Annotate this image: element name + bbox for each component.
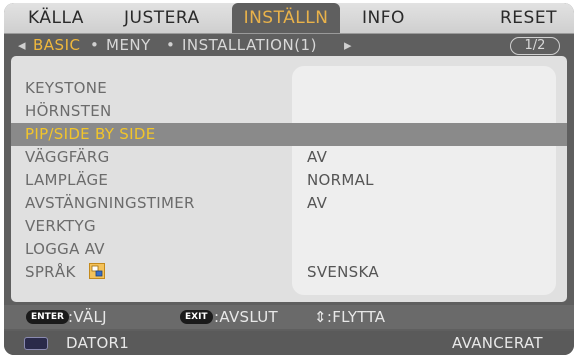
menu-item-keystone[interactable]: KEYSTONE	[11, 77, 567, 100]
menu-item-verktyg[interactable]: VERKTYG	[11, 215, 567, 238]
menu-tab-bar: KÄLLA JUSTERA INSTÄLLN INFO RESET	[4, 3, 574, 34]
menu-mode: AVANCERAT	[452, 334, 543, 352]
menu-item-label: SPRÅK	[25, 263, 76, 281]
menu-item-value: AV	[307, 194, 328, 212]
menu-item-vaggfarg[interactable]: VÄGGFÄRG AV	[11, 146, 567, 169]
subtab-meny[interactable]: MENY	[106, 34, 151, 56]
page-indicator: 1/2	[510, 37, 560, 55]
exit-key-icon: EXIT	[180, 310, 213, 324]
menu-item-hornsten[interactable]: HÖRNSTEN	[11, 100, 567, 123]
current-source: DATOR1	[66, 334, 130, 352]
menu-item-logga-av[interactable]: LOGGA AV	[11, 238, 567, 261]
subtab-installation[interactable]: INSTALLATION(1)	[182, 34, 317, 56]
enter-key-icon: ENTER	[26, 310, 69, 324]
menu-item-value: SVENSKA	[307, 263, 379, 281]
tab-kalla[interactable]: KÄLLA	[28, 3, 84, 33]
tab-info[interactable]: INFO	[362, 3, 405, 33]
language-icon	[88, 262, 105, 279]
menu-item-label: VERKTYG	[25, 217, 96, 235]
menu-item-label: LAMPLÄGE	[25, 171, 109, 189]
move-hint: ⇕:FLYTTA	[314, 308, 386, 326]
sub-tab-bar: ◂ BASIC • MENY • INSTALLATION(1) ▸ 1/2	[4, 34, 574, 56]
menu-item-label: KEYSTONE	[25, 79, 108, 97]
menu-item-label: HÖRNSTEN	[25, 102, 112, 120]
menu-item-label: LOGGA AV	[25, 240, 105, 258]
menu-item-pip-side-by-side[interactable]: PIP/SIDE BY SIDE	[11, 123, 567, 146]
subtab-bullet: •	[90, 36, 100, 54]
menu-item-avstangningstimer[interactable]: AVSTÄNGNINGSTIMER AV	[11, 192, 567, 215]
subtab-bullet: •	[166, 36, 176, 54]
menu-item-label-wrap: SPRÅK	[25, 261, 105, 284]
osd-menu-window: KÄLLA JUSTERA INSTÄLLN INFO RESET ◂ BASI…	[4, 3, 574, 355]
subtab-right-arrow-icon[interactable]: ▸	[344, 34, 352, 56]
exit-hint: :AVSLUT	[214, 308, 278, 326]
enter-hint: :VÄLJ	[68, 308, 107, 326]
menu-item-value: AV	[307, 148, 328, 166]
tab-justera[interactable]: JUSTERA	[124, 3, 200, 33]
menu-item-label: PIP/SIDE BY SIDE	[25, 125, 156, 143]
tab-installn[interactable]: INSTÄLLN	[232, 3, 340, 33]
computer-source-icon	[24, 337, 48, 350]
menu-panel: KEYSTONE HÖRNSTEN PIP/SIDE BY SIDE VÄGGF…	[11, 56, 567, 302]
menu-item-label: VÄGGFÄRG	[25, 148, 110, 166]
menu-item-value: NORMAL	[307, 171, 374, 189]
menu-item-sprak[interactable]: SPRÅK SVENSKA	[11, 261, 567, 284]
key-hint-bar: ENTER :VÄLJ EXIT :AVSLUT ⇕:FLYTTA	[4, 305, 574, 329]
subtab-basic[interactable]: BASIC	[33, 34, 80, 56]
menu-item-label: AVSTÄNGNINGSTIMER	[25, 194, 195, 212]
menu-item-lamplage[interactable]: LAMPLÄGE NORMAL	[11, 169, 567, 192]
status-bar: DATOR1 AVANCERAT	[4, 331, 574, 355]
tab-reset[interactable]: RESET	[500, 3, 557, 33]
subtab-left-arrow-icon[interactable]: ◂	[18, 34, 26, 56]
